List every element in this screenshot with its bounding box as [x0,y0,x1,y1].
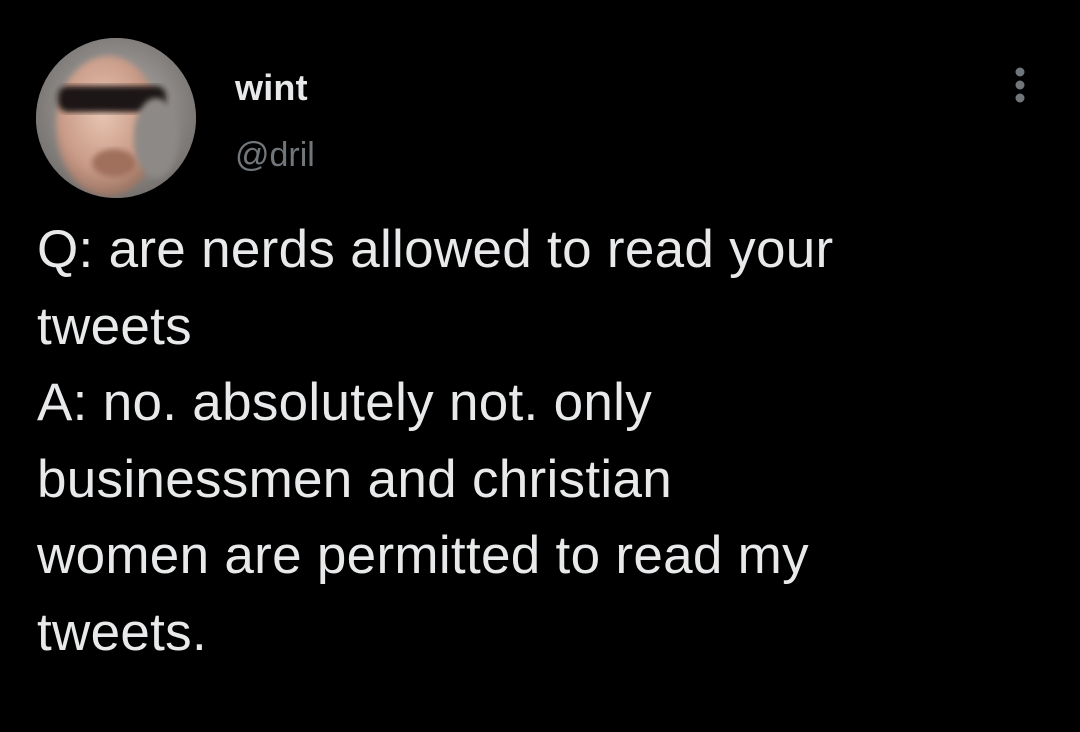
user-avatar-icon [36,38,196,198]
tweet-line: tweets [37,296,192,356]
avatar[interactable] [36,38,196,198]
more-options-icon [1015,67,1025,103]
tweet-line: businessmen and christian [37,449,673,509]
tweet-line: Q: are nerds allowed to read your [37,220,834,279]
tweet-line: A: no. absolutely not. only [37,373,653,432]
more-options-button[interactable] [1000,62,1040,112]
tweet-text: Q: are nerds allowed to read your tweets… [37,212,1047,671]
tweet-line: tweets. [37,602,208,662]
tweet-line: women are permitted to read my [37,526,809,585]
author-display-name[interactable]: wint [235,66,308,110]
author-handle[interactable]: @dril [235,134,315,176]
